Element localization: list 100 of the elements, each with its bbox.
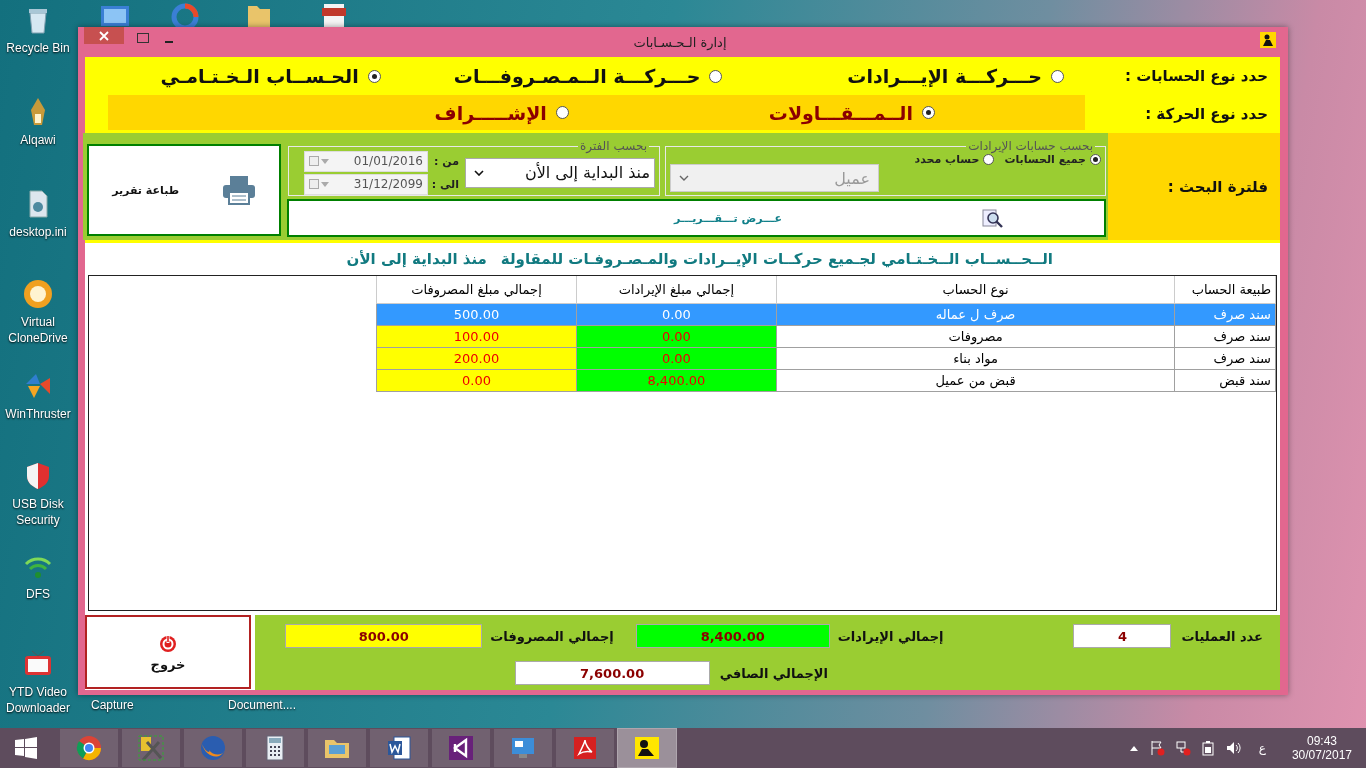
- table-cell: سند صرف: [1174, 303, 1276, 326]
- caret-icon: [321, 158, 329, 164]
- radio-button[interactable]: [983, 154, 995, 165]
- table-cell: سند قبض: [1174, 369, 1276, 392]
- caret-icon: [474, 169, 484, 176]
- show-report-button[interactable]: عـــرض تـــقـــريـــر: [287, 199, 1106, 237]
- group-title: بحسب الفترة: [579, 140, 648, 152]
- radio-label: الإشـــــراف: [434, 101, 547, 124]
- flag-icon[interactable]: [1148, 740, 1165, 756]
- round-browser-icon: [75, 734, 103, 762]
- checkbox-icon: [309, 156, 319, 166]
- total-field: 800.00: [285, 624, 483, 648]
- icon-label[interactable]: WinThruster: [5, 406, 71, 422]
- caret-icon: [679, 175, 689, 181]
- field-label: من :: [433, 154, 459, 168]
- caret-icon: [321, 181, 329, 187]
- table-cell: 8,400.00: [576, 369, 777, 392]
- window-title: إدارة الـحـسـابات: [633, 34, 727, 50]
- field-label: إجمالي الإيرادات: [837, 628, 944, 644]
- radio-label: الحـســاب الـخـتـامـي: [160, 65, 359, 87]
- table-cell: 0.00: [576, 303, 777, 326]
- magnifier-icon: [982, 207, 1004, 229]
- clock-time[interactable]: 09:43: [1306, 734, 1337, 748]
- field-label: فلترة البحث :: [1108, 133, 1280, 240]
- tools-icon: [137, 734, 165, 762]
- count-field: 4: [1073, 624, 1172, 648]
- print-button[interactable]: طباعة تقرير: [87, 144, 281, 236]
- table-cell: 0.00: [576, 325, 777, 348]
- icon-label[interactable]: Alqawi: [20, 132, 56, 148]
- field-label: الإجمالي الصافي: [719, 665, 828, 681]
- checkbox-icon: [309, 179, 319, 189]
- radio-button[interactable]: [367, 69, 381, 83]
- radio-label: جميع الحسابات: [1004, 153, 1086, 166]
- radio-button[interactable]: [555, 106, 569, 119]
- table-cell: قبض من عميل: [776, 369, 1175, 392]
- column-header: نوع الحساب: [776, 276, 1175, 304]
- file-icon[interactable]: [320, 2, 348, 28]
- battery-icon[interactable]: [1200, 740, 1215, 756]
- date-field[interactable]: 01/01/2016: [304, 150, 428, 172]
- radio-button[interactable]: [1090, 154, 1101, 165]
- column-header: طبيعة الحساب: [1174, 276, 1276, 304]
- table-cell: مواد بناء: [776, 347, 1175, 370]
- table-cell: صرف ل عماله: [776, 303, 1175, 326]
- field-label: حدد نوع الحسابات :: [1124, 66, 1269, 87]
- document-icon: [385, 734, 413, 762]
- period-dropdown[interactable]: منذ البداية إلى الأن: [465, 157, 655, 188]
- report-period: منذ البداية إلى الأن: [346, 250, 487, 268]
- radio-button[interactable]: [709, 69, 723, 83]
- table-cell: سند صرف: [1174, 325, 1276, 348]
- taskbar-app[interactable]: [370, 729, 428, 767]
- fox-globe-icon: [199, 734, 227, 762]
- table-cell: 500.00: [376, 303, 577, 326]
- clock-date[interactable]: 30/07/2017: [1291, 748, 1352, 762]
- language-indicator[interactable]: ع: [1258, 741, 1266, 755]
- figure-icon: [633, 734, 661, 762]
- network-icon[interactable]: [1174, 740, 1191, 756]
- icon-label[interactable]: Document....: [228, 697, 297, 713]
- icon-label[interactable]: Recycle Bin: [6, 40, 70, 56]
- taskbar-app[interactable]: [618, 729, 676, 767]
- date-field[interactable]: 31/12/2099: [304, 173, 428, 195]
- exit-button[interactable]: خروج: [85, 615, 251, 689]
- icon-label[interactable]: USB Disk Security: [0, 496, 76, 528]
- volume-icon[interactable]: [1224, 740, 1241, 756]
- table-cell: مصروفات: [776, 325, 1175, 348]
- pdf-icon: [571, 734, 599, 762]
- icon-label[interactable]: YTD Video Downloader: [0, 684, 76, 716]
- field-label: إجمالي المصروفات: [490, 628, 614, 644]
- icon-label[interactable]: Virtual CloneDrive: [0, 314, 76, 346]
- table-cell: سند صرف: [1174, 347, 1276, 370]
- radio-label: الــمـــقـــاولات: [768, 101, 913, 124]
- radio-button[interactable]: [922, 106, 935, 119]
- table-cell: 0.00: [576, 347, 777, 370]
- report-title: الــحــســاب الــخـتـامي لجـميع حركــات الإيــرادات والمـصـروفـات للمقاولة: [500, 250, 1053, 268]
- radio-button[interactable]: [1051, 69, 1064, 83]
- taskbar-app[interactable]: [432, 729, 490, 767]
- table-cell: 0.00: [376, 369, 577, 392]
- icon-label[interactable]: Capture: [91, 697, 134, 713]
- table-cell: 100.00: [376, 325, 577, 348]
- radio-label: حـــركـــة الــمـصـروفـــات: [453, 65, 701, 87]
- icon-label[interactable]: desktop.ini: [9, 224, 67, 240]
- radio-label: حـــركـــة الإيـــرادات: [847, 65, 1042, 87]
- windows-logo-icon: [15, 737, 37, 759]
- minimize-icon: [165, 41, 173, 43]
- close-button[interactable]: [84, 27, 124, 44]
- field-label: الى :: [433, 177, 459, 191]
- group-title: بحسب حسابات الإيرادات: [967, 140, 1094, 152]
- figure-icon: [1260, 32, 1276, 48]
- printer-icon: [221, 174, 257, 206]
- field-label: حدد نوع الحركة :: [1144, 104, 1269, 125]
- table-cell: 200.00: [376, 347, 577, 370]
- icon-label[interactable]: DFS: [26, 586, 50, 602]
- column-header: إجمالي مبلغ الإيرادات: [576, 276, 777, 304]
- close-icon: [99, 30, 109, 41]
- disc-icon[interactable]: [22, 278, 54, 310]
- maximize-icon: [137, 33, 149, 43]
- column-header: إجمالي مبلغ المصروفات: [376, 276, 577, 304]
- radio-label: حساب محدد: [914, 153, 980, 166]
- up-arrow-icon[interactable]: [1128, 744, 1139, 752]
- total-field: 8,400.00: [635, 624, 830, 648]
- total-field: 7,600.00: [514, 661, 710, 685]
